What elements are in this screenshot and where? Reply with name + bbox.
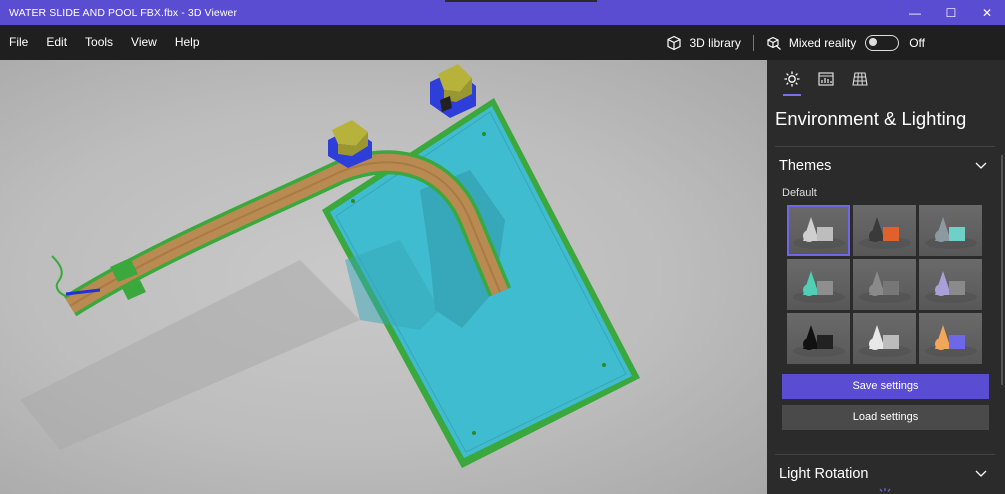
tab-mesh[interactable] <box>843 60 877 98</box>
theme-preview <box>859 325 911 357</box>
menu-view[interactable]: View <box>122 25 166 60</box>
marker <box>351 199 355 203</box>
themes-grid <box>767 205 1005 364</box>
light-rotation-label: Light Rotation <box>779 466 869 482</box>
3d-library-button[interactable]: 3D library <box>654 25 752 60</box>
3d-viewport[interactable] <box>0 60 767 494</box>
drag-indicator <box>445 0 597 2</box>
theme-preview <box>925 271 977 303</box>
theme-gray[interactable] <box>853 259 916 310</box>
mixed-reality-toggle[interactable] <box>865 34 900 51</box>
marker <box>602 363 606 367</box>
mixed-reality-icon <box>767 36 781 50</box>
themes-header[interactable]: Themes <box>767 147 1005 185</box>
marker <box>482 132 486 136</box>
theme-light[interactable] <box>853 313 916 364</box>
menu-file[interactable]: File <box>0 25 37 60</box>
menu-edit[interactable]: Edit <box>37 25 76 60</box>
title-bar: WATER SLIDE AND POOL FBX.fbx - 3D Viewer… <box>0 0 1005 25</box>
theme-preview <box>793 325 845 357</box>
menu-help[interactable]: Help <box>166 25 209 60</box>
panel-tabs <box>767 60 1005 98</box>
shadow <box>20 260 360 450</box>
marker <box>472 431 476 435</box>
theme-preview <box>793 217 845 249</box>
light-rotation-sun-icon <box>879 488 891 492</box>
theme-teal-gray[interactable] <box>919 205 982 256</box>
close-button[interactable]: ✕ <box>969 0 1005 25</box>
load-settings-button[interactable]: Load settings <box>782 405 989 430</box>
theme-warm[interactable] <box>853 205 916 256</box>
mixed-reality-label: Mixed reality <box>788 35 857 50</box>
menu-tools[interactable]: Tools <box>76 25 122 60</box>
theme-teal[interactable] <box>787 259 850 310</box>
theme-default[interactable] <box>787 205 850 256</box>
grid-icon <box>852 72 868 86</box>
menubar-right: 3D library Mixed reality Off <box>654 25 1005 60</box>
scene-render <box>20 64 640 468</box>
tab-stats[interactable] <box>809 60 843 98</box>
maximize-button[interactable]: ☐ <box>933 0 969 25</box>
theme-preview <box>925 325 977 357</box>
theme-dark[interactable] <box>787 313 850 364</box>
stats-icon <box>818 72 834 86</box>
window-title: WATER SLIDE AND POOL FBX.fbx - 3D Viewer <box>9 6 238 19</box>
theme-preview <box>859 217 911 249</box>
toggle-knob <box>869 38 878 46</box>
themes-sub-label: Default <box>782 187 817 199</box>
themes-label: Themes <box>779 158 832 174</box>
theme-preview <box>925 217 977 249</box>
minimize-button[interactable]: — <box>897 0 933 25</box>
3d-library-label: 3D library <box>689 35 741 50</box>
panel-scrollbar[interactable] <box>1001 155 1003 385</box>
theme-preview <box>793 271 845 303</box>
save-settings-button[interactable]: Save settings <box>782 374 989 399</box>
mixed-reality-state: Off <box>909 35 925 50</box>
cube-icon <box>667 35 682 50</box>
sun-icon <box>784 71 800 87</box>
chevron-down-icon <box>975 162 987 169</box>
window-controls: — ☐ ✕ <box>897 0 1005 25</box>
menu-bar: File Edit Tools View Help 3D library Mix… <box>0 25 1005 60</box>
theme-preview <box>859 271 911 303</box>
theme-violet[interactable] <box>919 259 982 310</box>
chevron-down-icon <box>975 470 987 477</box>
tab-environment[interactable] <box>775 60 809 98</box>
mixed-reality-button[interactable]: Mixed reality Off <box>754 25 1005 60</box>
tower <box>430 64 476 118</box>
panel-title: Environment & Lighting <box>775 108 967 129</box>
environment-panel: Environment & Lighting Themes Default Sa… <box>767 60 1005 494</box>
theme-sunset[interactable] <box>919 313 982 364</box>
